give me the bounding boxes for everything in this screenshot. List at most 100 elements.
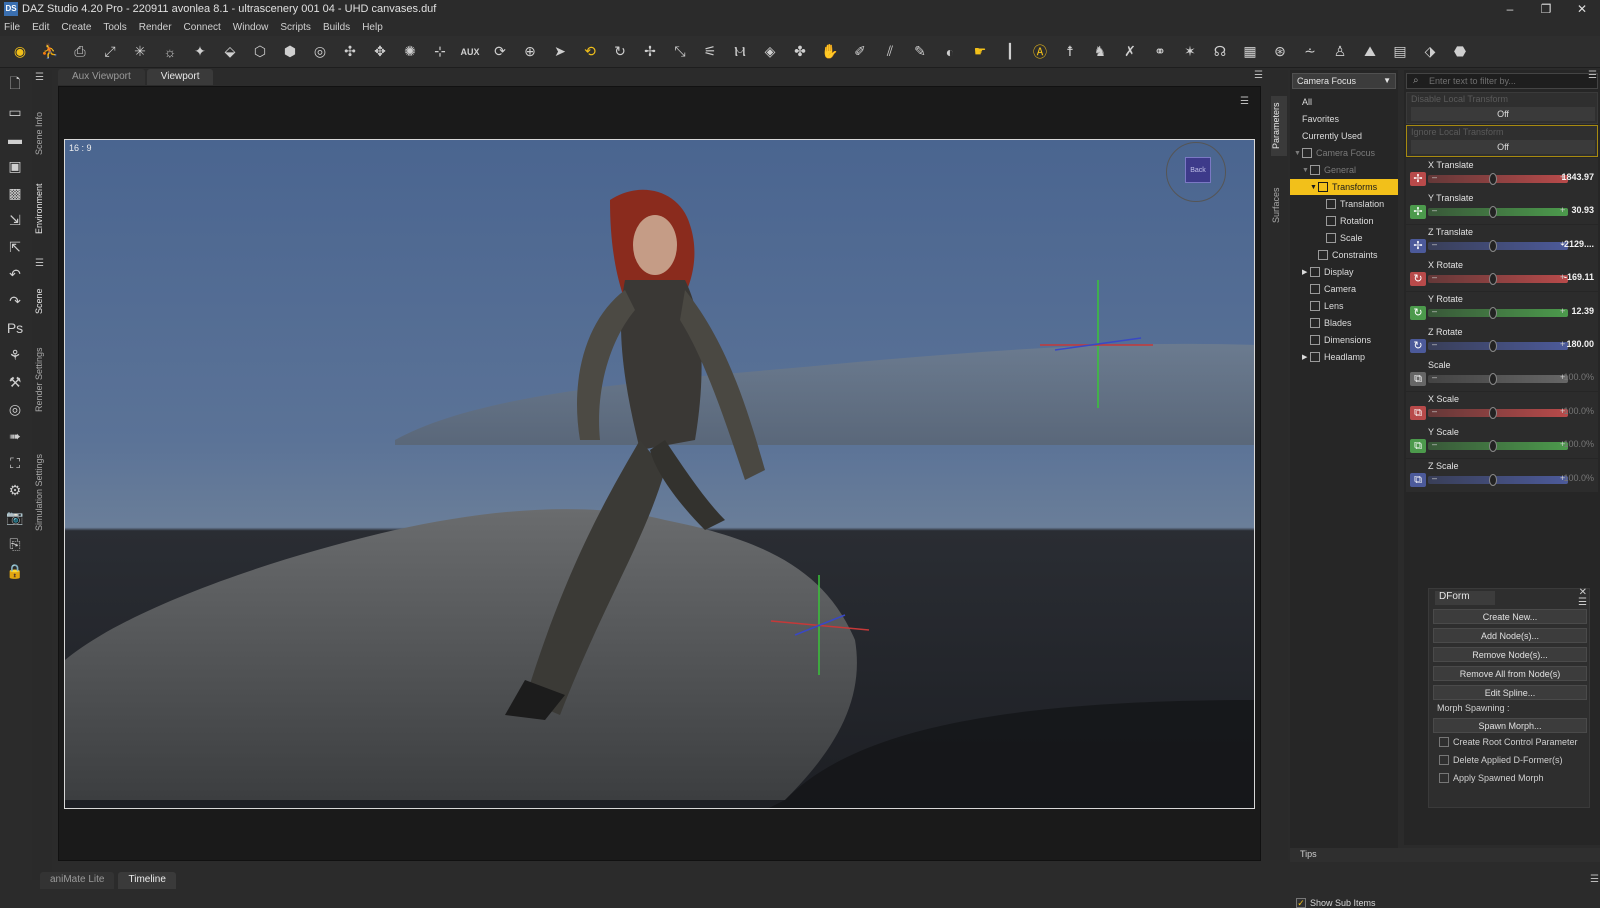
geometry-editor-icon[interactable]: ◈ — [758, 40, 782, 64]
tab-parameters[interactable]: Parameters — [1271, 96, 1287, 156]
menu-edit[interactable]: Edit — [32, 22, 49, 33]
apply-spawned-checkbox[interactable]: Apply Spawned Morph — [1439, 773, 1544, 783]
aux-viewport-icon[interactable]: AUX — [458, 40, 482, 64]
slider-value[interactable]: 12.39 — [1571, 306, 1594, 316]
slider-knob[interactable] — [1489, 173, 1497, 185]
menu-builds[interactable]: Builds — [323, 22, 350, 33]
settings-icon[interactable]: ⚙ — [3, 478, 27, 502]
slider-knob[interactable] — [1489, 440, 1497, 453]
document-icon[interactable]: ▤ — [1388, 40, 1412, 64]
joint-editor-icon[interactable]: ⚟ — [698, 40, 722, 64]
tree-item[interactable]: Camera — [1290, 281, 1398, 297]
scale-tool-icon[interactable]: ⤡ — [668, 40, 692, 64]
spotlight-icon[interactable]: ⤢ — [98, 40, 122, 64]
checkbox-icon[interactable] — [1439, 755, 1449, 765]
tab-timeline[interactable]: Timeline — [118, 872, 176, 889]
create-new-button[interactable]: Create New... — [1433, 609, 1587, 624]
slider-knob[interactable] — [1489, 373, 1497, 386]
parameter-slider[interactable]: Scale ⧉ – +100.0% — [1406, 358, 1598, 392]
dform-icon[interactable]: ◎ — [308, 40, 332, 64]
transform-icon[interactable]: ⊹ — [428, 40, 452, 64]
camera-icon[interactable]: 📷 — [3, 505, 27, 529]
tree-item[interactable]: Dimensions — [1290, 332, 1398, 348]
slider-value[interactable]: 30.93 — [1571, 205, 1594, 215]
minus-icon[interactable]: – — [1432, 473, 1437, 483]
render-camera-icon[interactable]: ⎘ — [3, 532, 27, 556]
tree-item[interactable]: Lens — [1290, 298, 1398, 314]
primitive-icon[interactable]: ⬙ — [218, 40, 242, 64]
arrow-right-icon[interactable]: ➠ — [3, 424, 27, 448]
slider-track[interactable] — [1428, 175, 1568, 183]
plus-icon[interactable]: + — [1560, 306, 1565, 316]
minus-icon[interactable]: – — [1432, 239, 1437, 249]
minus-icon[interactable]: – — [1432, 339, 1437, 349]
photoshop-icon[interactable]: Ps — [3, 316, 27, 340]
frame-icon[interactable]: ▦ — [1238, 40, 1262, 64]
parameter-slider[interactable]: Z Translate ✢ – + -2129.... — [1406, 224, 1598, 258]
chevron-right-icon[interactable]: ▶ — [1302, 268, 1310, 276]
aperture-icon[interactable]: Ⓐ — [1028, 40, 1052, 64]
slider-knob[interactable] — [1489, 473, 1497, 486]
weight-icon[interactable]: ✺ — [398, 40, 422, 64]
parameter-slider[interactable]: Z Rotate ↻ – +180.00 — [1406, 325, 1598, 358]
cube-icon[interactable]: ⬡ — [248, 40, 272, 64]
sphere-icon[interactable]: ◐ — [938, 40, 962, 64]
undo-icon[interactable]: ↶ — [3, 262, 27, 286]
chevron-down-icon[interactable]: ▼ — [1294, 150, 1302, 157]
daz-logo-icon[interactable]: ◉ — [8, 40, 32, 64]
menu-tools[interactable]: Tools — [103, 22, 126, 33]
slider-track[interactable] — [1428, 408, 1568, 417]
pane-menu-icon[interactable]: ☰ — [35, 258, 49, 270]
create-root-checkbox[interactable]: Create Root Control Parameter — [1439, 737, 1578, 747]
tree-item[interactable]: Scale — [1290, 230, 1398, 246]
slider-knob[interactable] — [1489, 239, 1497, 252]
redo-icon[interactable]: ↷ — [3, 289, 27, 313]
add-nodes-button[interactable]: Add Node(s)... — [1433, 628, 1587, 643]
figure-pose-icon[interactable]: ☨ — [1058, 40, 1082, 64]
toggle-param[interactable]: Disable Local Transform Off — [1406, 92, 1598, 124]
tree-item[interactable]: Translation — [1290, 196, 1398, 212]
tab-simulation-settings[interactable]: Simulation Settings — [34, 442, 50, 542]
minus-icon[interactable]: – — [1432, 439, 1437, 449]
import-icon[interactable]: ⇲ — [3, 208, 27, 232]
tab-animate-lite[interactable]: aniMate Lite — [40, 872, 115, 889]
view-cube-face[interactable]: Back — [1185, 157, 1211, 183]
slider-knob[interactable] — [1489, 206, 1497, 219]
tree-item[interactable]: All — [1290, 94, 1398, 110]
universal-tool-icon[interactable]: ⟲ — [578, 40, 602, 64]
menu-window[interactable]: Window — [233, 22, 269, 33]
tree-item[interactable]: ▼ Camera Focus — [1290, 145, 1398, 161]
edit-icon[interactable]: ✎ — [908, 40, 932, 64]
scene-figure-icon[interactable]: ⛹ — [38, 40, 62, 64]
rotate-tool-icon[interactable]: ↻ — [608, 40, 632, 64]
menu-connect[interactable]: Connect — [184, 22, 221, 33]
slider-knob[interactable] — [1489, 406, 1497, 419]
bake-icon[interactable]: ⛶ — [3, 451, 27, 475]
figure-tool-icon[interactable]: ⚘ — [3, 343, 27, 367]
bone-icon[interactable]: ✣ — [338, 40, 362, 64]
merge-icon[interactable]: ▬ — [3, 127, 27, 151]
slider-knob[interactable] — [1489, 273, 1497, 286]
tips-tab[interactable]: Tips — [1290, 848, 1600, 862]
slider-track[interactable] — [1428, 442, 1568, 451]
parameter-slider[interactable]: Y Translate ✢ – +30.93 — [1406, 191, 1598, 225]
parameter-slider[interactable]: X Translate ✢ – +1843.97 — [1406, 158, 1598, 191]
pointer-icon[interactable]: ☛ — [968, 40, 992, 64]
save-icon[interactable]: ▣ — [3, 154, 27, 178]
surface-selection-icon[interactable]: ✤ — [788, 40, 812, 64]
tree-item[interactable]: Currently Used — [1290, 128, 1398, 144]
lock-icon[interactable]: 🔒 — [3, 559, 27, 583]
tab-scene-info[interactable]: Scene Info — [34, 98, 50, 168]
person-icon[interactable]: ♙ — [1328, 40, 1352, 64]
checkbox-icon[interactable] — [1439, 737, 1449, 747]
terrain-icon[interactable]: ⛰ — [1358, 40, 1382, 64]
slider-value[interactable]: 100.0% — [1563, 372, 1594, 382]
fix-icon[interactable]: ✗ — [1118, 40, 1142, 64]
remove-nodes-button[interactable]: Remove Node(s)... — [1433, 647, 1587, 662]
tree-item[interactable]: Favorites — [1290, 111, 1398, 127]
tree-item[interactable]: ▶ Display — [1290, 264, 1398, 280]
slider-value[interactable]: -169.11 — [1564, 272, 1594, 282]
tab-surfaces[interactable]: Surfaces — [1271, 180, 1287, 230]
translate-tool-icon[interactable]: ✢ — [638, 40, 662, 64]
minus-icon[interactable]: – — [1432, 372, 1437, 382]
